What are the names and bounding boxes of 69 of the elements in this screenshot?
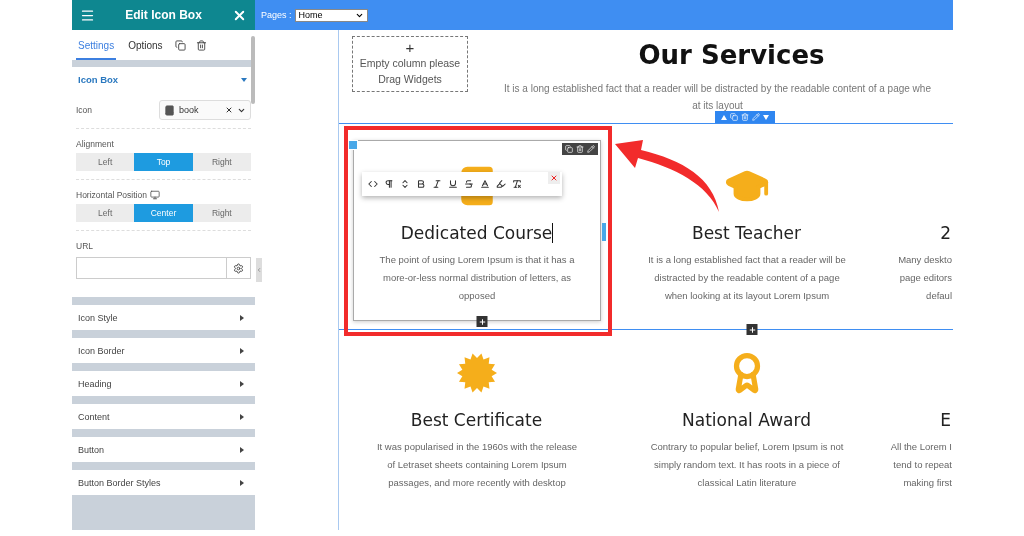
service-text: It was popularised in the 1960s with the release of Letraset sheets containing Lorem Ipsum passages, and more recently with desktop bbox=[376, 440, 578, 491]
subtitle-text: It is a long established fact that a reader will be distracted by the readable content of a page whe at its layout bbox=[504, 82, 931, 113]
service-heading: National Award bbox=[682, 410, 812, 431]
icon-select[interactable]: book bbox=[159, 100, 251, 120]
tab[interactable]: Options bbox=[126, 30, 165, 60]
section-header[interactable]: Button bbox=[72, 437, 255, 462]
service-text: The point of using Lorem Ipsum is that it has a more-or-less normal distribution of letters, as opposed bbox=[379, 252, 575, 303]
caret-icon bbox=[239, 446, 245, 453]
empty-column[interactable]: + Empty column please Drag Widgets bbox=[352, 36, 468, 92]
trash-icon[interactable] bbox=[195, 39, 207, 51]
service-text: It is a long established fact that a reader will be distracted by the readable content of a page when looking at its layout Lorem Ipsum bbox=[648, 252, 846, 303]
field-label: URL bbox=[76, 241, 94, 251]
service-heading: Best Certificate bbox=[410, 410, 544, 431]
up-down-icon[interactable] bbox=[400, 178, 410, 189]
service-heading: Dedicated Course bbox=[400, 222, 554, 243]
service-text: All the Lorem I tend to repeat making first bbox=[890, 440, 952, 491]
section-header[interactable]: Button Border Styles bbox=[72, 470, 255, 495]
caret-icon bbox=[239, 347, 245, 354]
caret-icon bbox=[239, 380, 245, 387]
drag-handle[interactable] bbox=[348, 139, 358, 150]
pilcrow-icon[interactable] bbox=[384, 178, 394, 189]
page-heading: Our Services bbox=[637, 39, 825, 72]
monitor-icon[interactable] bbox=[149, 190, 160, 200]
bold-icon[interactable] bbox=[416, 178, 426, 189]
tab[interactable]: Settings bbox=[76, 30, 117, 60]
caret-icon bbox=[239, 413, 245, 420]
close-icon[interactable] bbox=[548, 171, 560, 184]
code-icon[interactable] bbox=[368, 178, 378, 189]
service-heading: E bbox=[940, 410, 952, 431]
underline-icon[interactable] bbox=[448, 178, 458, 189]
copy-icon[interactable] bbox=[565, 144, 573, 153]
copy-icon[interactable] bbox=[174, 39, 186, 51]
italic-icon[interactable] bbox=[432, 178, 442, 189]
highlight-icon[interactable] bbox=[496, 178, 506, 189]
add-button[interactable] bbox=[746, 324, 758, 336]
text-color-icon[interactable] bbox=[480, 178, 490, 189]
service-heading: Best Teacher bbox=[692, 222, 802, 243]
panel-title: Edit Icon Box bbox=[125, 8, 202, 22]
sunburst-icon bbox=[457, 353, 497, 394]
trash-icon[interactable] bbox=[741, 113, 749, 121]
add-button[interactable] bbox=[476, 316, 488, 328]
page-select[interactable]: Home bbox=[294, 8, 368, 22]
caret-icon[interactable] bbox=[763, 114, 769, 120]
field-label: Horizontal Position bbox=[76, 190, 147, 200]
clear-format-icon[interactable] bbox=[512, 178, 522, 189]
service-heading: 2 bbox=[940, 222, 952, 243]
section-header[interactable]: Content bbox=[72, 404, 255, 429]
menu-icon[interactable] bbox=[80, 7, 95, 23]
url-field[interactable] bbox=[76, 257, 251, 279]
clear-icon[interactable] bbox=[225, 106, 233, 114]
pencil-icon[interactable] bbox=[587, 144, 595, 153]
resize-handle[interactable] bbox=[602, 222, 606, 241]
field-label: Alignment bbox=[76, 139, 115, 149]
strikethrough-icon[interactable] bbox=[464, 178, 474, 189]
service-text: Contrary to popular belief, Lorem Ipsum is not simply random text. It has roots in a piece of classical Latin literature bbox=[650, 440, 844, 491]
caret-icon bbox=[239, 479, 245, 486]
section-header[interactable]: Heading bbox=[72, 371, 255, 396]
up-arrow-icon[interactable] bbox=[721, 114, 727, 120]
service-text: Many deskto page editors defaul bbox=[898, 252, 952, 303]
scroll-thumb[interactable] bbox=[251, 36, 255, 104]
collapse-handle[interactable] bbox=[256, 258, 262, 282]
caret-icon bbox=[241, 76, 247, 83]
caret-icon bbox=[239, 314, 245, 321]
field-label: Icon bbox=[76, 105, 93, 115]
section-header[interactable]: Icon Style bbox=[72, 305, 255, 330]
pages-label: Pages : bbox=[261, 10, 292, 20]
section-header[interactable]: Icon Border bbox=[72, 338, 255, 363]
trash-icon[interactable] bbox=[576, 144, 584, 153]
book-icon bbox=[164, 104, 175, 116]
